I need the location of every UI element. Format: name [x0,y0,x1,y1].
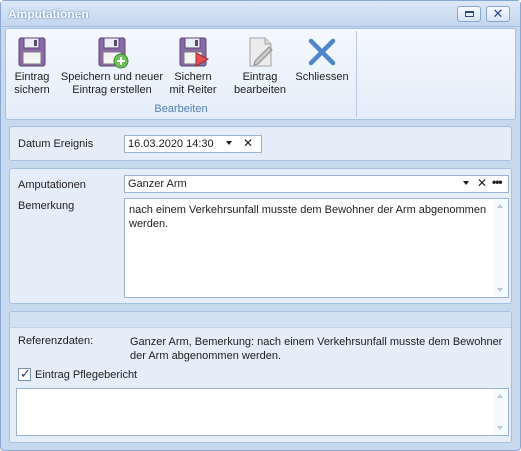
close-label: Schliessen [295,71,349,83]
amputation-select[interactable]: Ganzer Arm ✕ ••• [124,175,509,193]
save-with-tab-label: Sichern mit Reiter [169,71,217,96]
reference-header-band [10,312,511,328]
ribbon-divider [356,31,357,117]
maximize-button[interactable] [457,6,481,22]
ribbon-toolbar: Eintrag sichern Speichern und neuer Eint… [5,28,516,120]
window-title: Amputationen [8,7,89,21]
scroll-down-icon[interactable] [497,288,503,292]
edit-entry-button[interactable]: Eintrag bearbeiten [230,31,290,99]
amputation-label: Amputationen [18,179,86,191]
edit-document-icon [249,37,273,67]
amputation-value: Ganzer Arm [128,178,187,190]
care-report-label[interactable]: Eintrag Pflegebericht [35,369,137,381]
event-date-field[interactable]: 16.03.2020 14:30 ✕ [124,135,262,153]
floppy-disk-add-icon [98,37,129,69]
scroll-down-icon[interactable] [497,426,503,430]
care-report-scrollbar[interactable] [493,390,507,434]
checkmark-icon: ✓ [20,366,31,381]
scroll-up-icon[interactable] [497,394,503,398]
remark-scrollbar[interactable] [493,200,507,296]
remark-text: nach einem Verkehrsunfall musste dem Bew… [129,204,487,230]
amputation-panel: Amputationen Ganzer Arm ✕ ••• Bemerkung … [9,168,512,304]
close-icon: ✕ [492,6,504,21]
title-bar: Amputationen ✕ [1,1,520,27]
event-date-value: 16.03.2020 14:30 [128,138,214,150]
clear-icon[interactable]: ✕ [243,136,253,150]
chevron-down-icon[interactable] [226,141,232,145]
care-report-textarea[interactable] [16,388,509,436]
more-options-icon[interactable]: ••• [492,175,503,189]
reference-label: Referenzdaten: [18,335,94,347]
reference-value: Ganzer Arm, Bemerkung: nach einem Verkeh… [130,336,503,362]
event-date-panel: Datum Ereignis 16.03.2020 14:30 ✕ [9,126,512,161]
save-with-tab-button[interactable]: Sichern mit Reiter [168,31,218,99]
close-button[interactable]: Schliessen [294,31,350,99]
edit-entry-label: Eintrag bearbeiten [234,71,286,96]
save-and-new-label: Speichern und neuer Eintrag erstellen [60,71,164,96]
remark-label: Bemerkung [18,200,75,212]
close-window-button[interactable]: ✕ [486,6,510,22]
remark-textarea[interactable]: nach einem Verkehrsunfall musste dem Bew… [124,198,509,298]
reference-panel: Referenzdaten: Ganzer Arm, Bemerkung: na… [9,311,512,443]
chevron-down-icon[interactable] [463,181,469,185]
ribbon-group-label: Bearbeiten [154,103,208,115]
save-entry-label: Eintrag sichern [14,71,50,96]
amputationen-window: Amputationen ✕ Eintrag sichern Speichern… [0,0,521,451]
care-report-checkbox[interactable]: ✓ [18,366,31,381]
clear-icon[interactable]: ✕ [477,176,487,190]
save-and-new-button[interactable]: Speichern und neuer Eintrag erstellen [58,31,166,99]
event-date-label: Datum Ereignis [18,138,94,150]
save-entry-button[interactable]: Eintrag sichern [8,31,56,99]
close-x-icon [308,38,336,66]
scroll-up-icon[interactable] [497,204,503,208]
maximize-icon [465,11,474,17]
floppy-disk-tab-icon [179,37,210,67]
floppy-disk-icon [18,37,46,67]
